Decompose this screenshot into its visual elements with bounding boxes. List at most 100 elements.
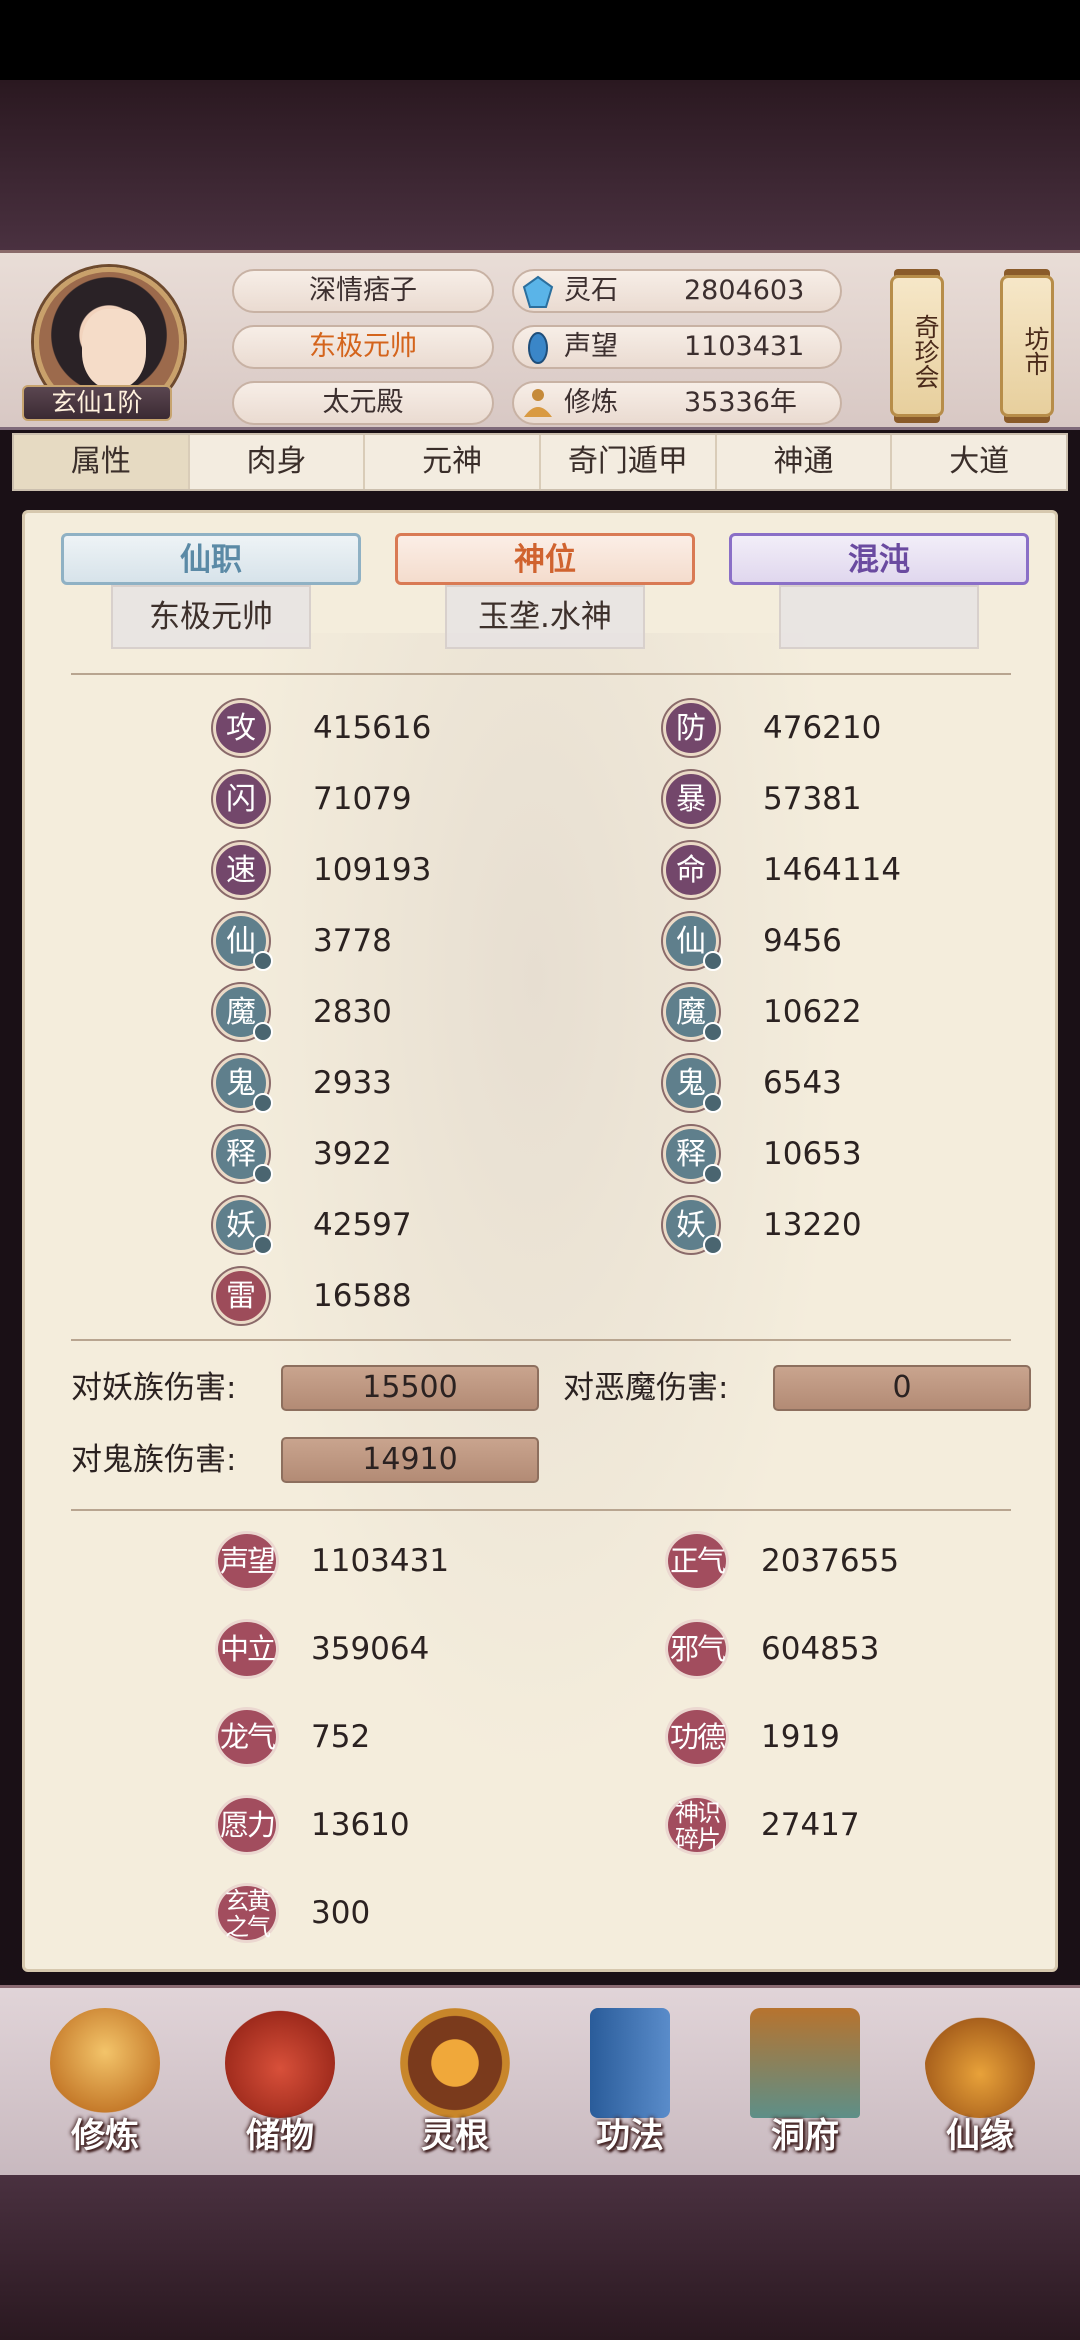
prestige-icon xyxy=(528,332,548,364)
misc-badge[interactable]: 龙气 xyxy=(215,1707,279,1767)
stat-info-icon xyxy=(703,951,723,971)
misc-badge[interactable]: 玄黄之气 xyxy=(215,1883,279,1943)
stat-value: 3778 xyxy=(313,923,392,959)
realm-badge: 玄仙1阶 xyxy=(22,385,172,421)
misc-badge[interactable]: 神识碎片 xyxy=(665,1795,729,1855)
misc-badge[interactable]: 邪气 xyxy=(665,1619,729,1679)
nav-label: 储物 xyxy=(246,2116,314,2156)
misc-value: 300 xyxy=(311,1895,371,1931)
chaos-value xyxy=(779,585,979,649)
nav-technique-button[interactable]: 功法 xyxy=(555,2008,705,2176)
resource-prestige: 声望 1103431 xyxy=(512,325,842,369)
stat-badge[interactable]: 暴 xyxy=(663,771,719,827)
tab-divine-power[interactable]: 神通 xyxy=(717,435,893,489)
market-button[interactable]: 坊市 xyxy=(1000,275,1054,417)
resource-spirit-stone: 灵石 2804603 xyxy=(512,269,842,313)
player-name: 深情痞子 xyxy=(232,269,494,313)
tab-attributes[interactable]: 属性 xyxy=(14,435,190,489)
misc-badge[interactable]: 正气 xyxy=(665,1531,729,1591)
resource-label: 修炼 xyxy=(564,387,618,418)
stat-badge[interactable]: 攻 xyxy=(213,700,269,756)
tab-spirit[interactable]: 元神 xyxy=(365,435,542,489)
attribute-tabs: 属性 肉身 元神 奇门遁甲 神通 大道 xyxy=(12,433,1068,491)
misc-value: 2037655 xyxy=(761,1543,900,1579)
nav-label: 洞府 xyxy=(771,2116,839,2156)
nav-cultivate-button[interactable]: 修炼 xyxy=(30,2008,180,2176)
nav-storage-button[interactable]: 储物 xyxy=(205,2008,355,2176)
misc-badge[interactable]: 功德 xyxy=(665,1707,729,1767)
misc-value: 1103431 xyxy=(311,1543,450,1579)
stat-info-icon xyxy=(253,951,273,971)
ghost-clan-damage-value: 14910 xyxy=(281,1437,539,1483)
stat-badge[interactable]: 防 xyxy=(663,700,719,756)
stat-info-icon xyxy=(253,1235,273,1255)
evil-demon-damage-label: 对恶魔伤害: xyxy=(563,1370,729,1406)
stat-value: 2933 xyxy=(313,1065,392,1101)
misc-value: 1919 xyxy=(761,1719,840,1755)
resource-value: 2804603 xyxy=(684,275,805,306)
stat-badge[interactable]: 闪 xyxy=(213,771,269,827)
demon-clan-damage-value: 15500 xyxy=(281,1365,539,1411)
bottom-nav-bar: 修炼 储物 灵根 功法 洞府 仙缘 xyxy=(0,1985,1080,2175)
misc-value: 604853 xyxy=(761,1631,880,1667)
stat-row: 命 1464114 xyxy=(663,842,1055,898)
spirit-stone-icon xyxy=(522,275,554,308)
stat-row: 妖 13220 xyxy=(663,1197,1055,1255)
stat-info-icon xyxy=(253,1164,273,1184)
fate-gourd-icon xyxy=(925,2008,1035,2118)
cave-abode-icon xyxy=(750,2008,860,2118)
resource-cultivation: 修炼 35336年 xyxy=(512,381,842,425)
stat-row: 鬼 2933 xyxy=(213,1055,613,1113)
stat-value: 109193 xyxy=(313,852,432,888)
stat-badge[interactable]: 命 xyxy=(663,842,719,898)
player-title: 东极元帅 xyxy=(232,325,494,369)
divine-rank-title: 神位 xyxy=(395,533,695,585)
stat-info-icon xyxy=(703,1022,723,1042)
nav-fate-button[interactable]: 仙缘 xyxy=(905,2008,1055,2176)
stat-info-icon xyxy=(703,1164,723,1184)
ghost-clan-damage-label: 对鬼族伤害: xyxy=(71,1442,237,1478)
meditation-icon xyxy=(50,2008,160,2118)
stat-info-icon xyxy=(253,1093,273,1113)
evil-demon-damage-value: 0 xyxy=(773,1365,1031,1411)
tab-body[interactable]: 肉身 xyxy=(190,435,366,489)
stat-badge[interactable]: 速 xyxy=(213,842,269,898)
stat-value: 13220 xyxy=(763,1207,862,1243)
spirit-root-icon xyxy=(400,2008,510,2118)
stat-badge[interactable]: 雷 xyxy=(213,1268,269,1324)
bottom-decor-band xyxy=(0,2175,1080,2340)
storage-bag-icon xyxy=(225,2008,335,2118)
immortal-post-value: 东极元帅 xyxy=(111,585,311,649)
tab-qimen[interactable]: 奇门遁甲 xyxy=(541,435,717,489)
stat-value: 9456 xyxy=(763,923,842,959)
nav-label: 仙缘 xyxy=(946,2116,1014,2156)
divider xyxy=(71,1339,1011,1341)
nav-cave-abode-button[interactable]: 洞府 xyxy=(730,2008,880,2176)
misc-badge[interactable]: 中立 xyxy=(215,1619,279,1679)
stat-value: 71079 xyxy=(313,781,412,817)
stat-row: 鬼 6543 xyxy=(663,1055,1055,1113)
stat-value: 476210 xyxy=(763,710,882,746)
divider xyxy=(71,673,1011,675)
treasure-fair-button[interactable]: 奇珍会 xyxy=(890,275,944,417)
stat-row: 暴 57381 xyxy=(663,771,1055,827)
stat-value: 16588 xyxy=(313,1278,412,1314)
resource-label: 灵石 xyxy=(564,275,618,306)
misc-value: 13610 xyxy=(311,1807,410,1843)
attributes-panel: 仙职 东极元帅 神位 玉垄.水神 混沌 攻 415616 闪 71079 速 109193… xyxy=(22,510,1058,1972)
player-header: 玄仙1阶 深情痞子 东极元帅 太元殿 灵石 2804603 声望 1103431… xyxy=(0,250,1080,430)
stat-row: 释 3922 xyxy=(213,1126,613,1184)
misc-value: 752 xyxy=(311,1719,371,1755)
stat-row: 仙 3778 xyxy=(213,913,613,971)
stat-value: 10653 xyxy=(763,1136,862,1172)
stat-info-icon xyxy=(703,1093,723,1113)
misc-badge[interactable]: 声望 xyxy=(215,1531,279,1591)
avatar-face xyxy=(82,309,146,389)
stat-row: 闪 71079 xyxy=(213,771,613,827)
tab-great-dao[interactable]: 大道 xyxy=(892,435,1066,489)
chaos-title: 混沌 xyxy=(729,533,1029,585)
demon-clan-damage-label: 对妖族伤害: xyxy=(71,1370,237,1406)
misc-value: 27417 xyxy=(761,1807,860,1843)
nav-spirit-root-button[interactable]: 灵根 xyxy=(380,2008,530,2176)
misc-badge[interactable]: 愿力 xyxy=(215,1795,279,1855)
